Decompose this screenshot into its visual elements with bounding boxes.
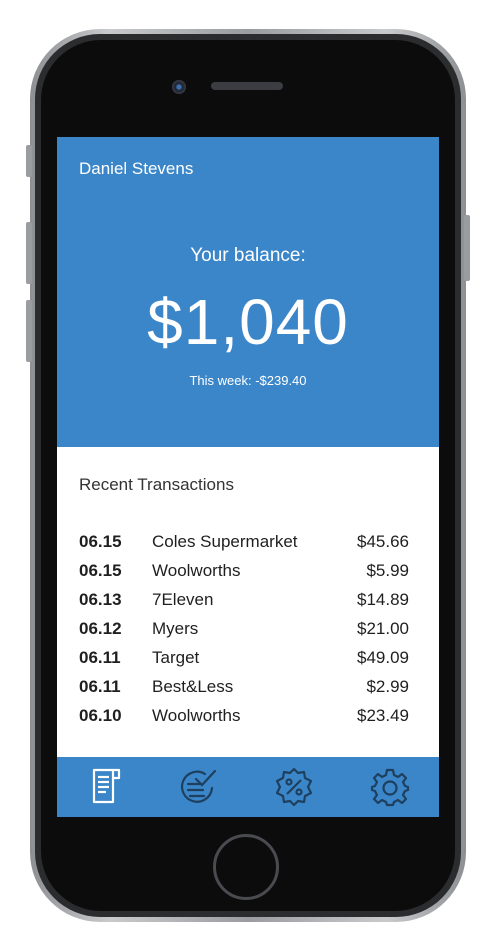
transaction-date: 06.13 (79, 590, 122, 609)
volume-up-button (26, 222, 32, 284)
tab-receipts[interactable] (84, 765, 128, 809)
section-title: Recent Transactions (79, 475, 234, 494)
power-button (464, 215, 470, 281)
transaction-date: 06.12 (79, 619, 122, 638)
transaction-date: 06.10 (79, 706, 122, 725)
transaction-date: 06.11 (79, 677, 121, 696)
week-change: This week: -$239.40 (189, 373, 307, 388)
earpiece-speaker (211, 82, 283, 90)
tab-discounts[interactable] (272, 765, 316, 809)
recent-transactions: Recent Transactions 06.15 Coles Supermar… (57, 447, 439, 757)
receipt-icon (92, 768, 121, 804)
tab-budget[interactable] (177, 765, 221, 809)
transaction-row[interactable]: 06.13 7Eleven $14.89 (79, 590, 409, 619)
home-button[interactable] (213, 834, 279, 900)
transaction-row[interactable]: 06.15 Woolworths $5.99 (79, 561, 409, 590)
balance-label: Your balance: (190, 245, 306, 266)
discount-badge-icon (275, 767, 313, 807)
transaction-merchant: Target (152, 648, 200, 667)
transaction-row[interactable]: 06.11 Target $49.09 (79, 648, 409, 677)
transaction-date: 06.15 (79, 561, 122, 580)
transaction-merchant: 7Eleven (152, 590, 214, 609)
transaction-row[interactable]: 06.10 Woolworths $23.49 (79, 706, 409, 735)
transaction-amount: $45.66 (357, 532, 409, 551)
tab-settings[interactable] (368, 765, 412, 809)
front-camera (172, 80, 186, 94)
transaction-amount: $21.00 (357, 619, 409, 638)
transaction-merchant: Myers (152, 619, 199, 638)
mute-switch (26, 145, 32, 177)
volume-down-button (26, 300, 32, 362)
transaction-date: 06.11 (79, 648, 121, 667)
balance-amount: $1,040 (147, 286, 349, 358)
transaction-row[interactable]: 06.12 Myers $21.00 (79, 619, 409, 648)
transaction-merchant: Woolworths (152, 561, 241, 580)
transaction-merchant: Coles Supermarket (152, 532, 298, 551)
transaction-amount: $5.99 (366, 561, 409, 580)
transaction-amount: $2.99 (366, 677, 409, 696)
balance-panel: Daniel Stevens Your balance: $1,040 This… (57, 137, 439, 447)
transaction-row[interactable]: 06.11 Best&Less $2.99 (79, 677, 409, 706)
tab-bar (57, 757, 439, 817)
transaction-list: 06.15 Coles Supermarket $45.66 06.15 Woo… (79, 532, 409, 735)
user-name: Daniel Stevens (79, 159, 194, 178)
transaction-date: 06.15 (79, 532, 122, 551)
app-screen: Daniel Stevens Your balance: $1,040 This… (57, 137, 439, 817)
transaction-merchant: Best&Less (152, 677, 234, 696)
transaction-amount: $23.49 (357, 706, 409, 725)
checklist-icon (180, 769, 217, 803)
transaction-amount: $14.89 (357, 590, 409, 609)
gear-icon (370, 768, 410, 807)
transaction-merchant: Woolworths (152, 706, 241, 725)
transaction-row[interactable]: 06.15 Coles Supermarket $45.66 (79, 532, 409, 561)
transaction-amount: $49.09 (357, 648, 409, 667)
